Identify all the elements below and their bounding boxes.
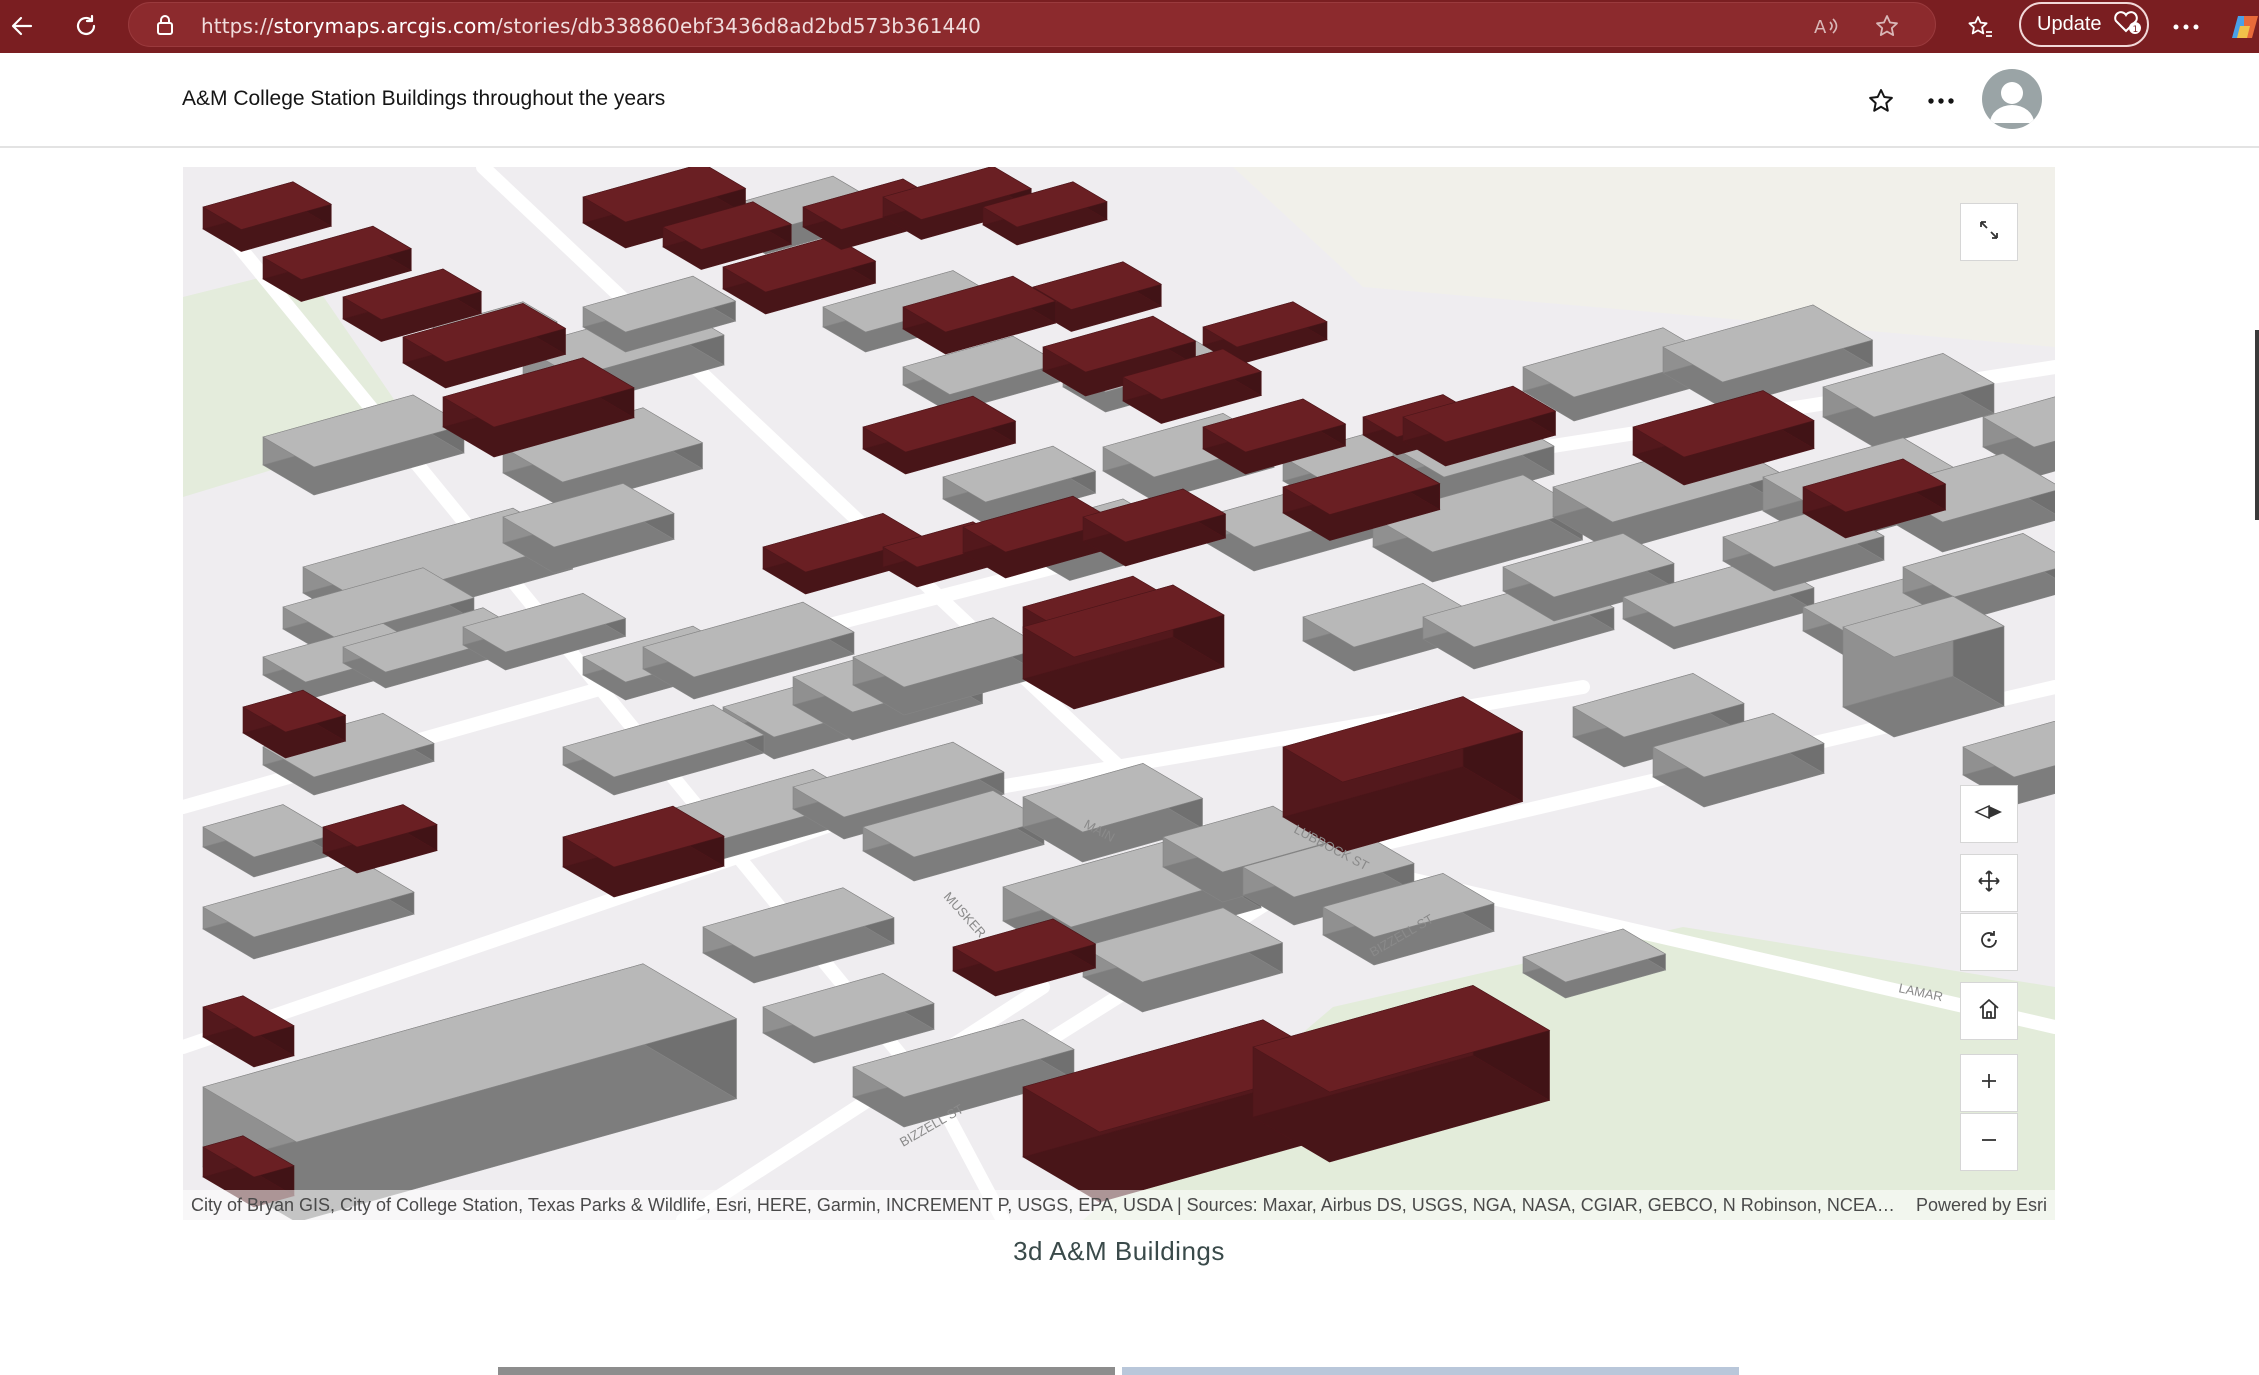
building [202, 861, 415, 960]
map-ground-area [1233, 167, 2055, 347]
building [862, 395, 1017, 475]
svg-text:A: A [1814, 17, 1827, 38]
building [702, 887, 895, 984]
favorites-bar-icon[interactable] [1962, 9, 1998, 45]
more-options-icon[interactable] [1924, 84, 1958, 118]
browser-toolbar: https://storymaps.arcgis.com/stories/db3… [0, 0, 2259, 53]
refresh-icon[interactable] [68, 8, 104, 44]
svg-text:1: 1 [2132, 25, 2138, 35]
update-label: Update [2037, 13, 2102, 35]
rotate-button[interactable] [1960, 913, 2018, 971]
pan-button[interactable] [1960, 854, 2018, 912]
scrollbar[interactable] [2255, 330, 2259, 520]
expand-button[interactable] [1960, 203, 2018, 261]
zoom-in-icon [1979, 1071, 1999, 1096]
back-arrow-icon[interactable] [4, 8, 40, 44]
building [762, 972, 935, 1064]
building [562, 704, 765, 796]
building [202, 181, 333, 252]
building [1282, 696, 1524, 853]
zoom-in-button[interactable] [1960, 1054, 2018, 1112]
page-title: A&M College Station Buildings throughout… [182, 87, 666, 110]
favorite-star-icon[interactable] [1872, 11, 1902, 41]
address-bar[interactable]: https://storymaps.arcgis.com/stories/db3… [128, 2, 1936, 47]
attribution-text[interactable]: City of Bryan GIS, City of College Stati… [191, 1195, 1900, 1216]
home-button[interactable] [1960, 982, 2018, 1040]
url-text[interactable]: https://storymaps.arcgis.com/stories/db3… [201, 14, 981, 38]
zoom-out-icon [1979, 1130, 1999, 1155]
story-header: A&M College Station Buildings throughout… [0, 53, 2259, 148]
building [322, 804, 438, 874]
gallery-image[interactable] [498, 1367, 1115, 1375]
rotate-icon [1977, 928, 2001, 957]
favorite-star-icon[interactable] [1864, 84, 1898, 118]
street-label: MUSKER [941, 889, 989, 940]
read-aloud-icon[interactable]: A [1811, 11, 1841, 41]
map-caption: 3d A&M Buildings [1013, 1236, 1225, 1266]
map-scene[interactable]: BIZZELL ST BIZZELL ST LAMAR MAIN MUSKER … [183, 167, 2055, 1220]
home-icon [1977, 997, 2001, 1026]
compass-button[interactable] [1960, 785, 2018, 843]
update-button[interactable]: Update 1 [2019, 2, 2149, 47]
gallery-image[interactable] [1122, 1367, 1739, 1375]
more-icon[interactable] [2168, 9, 2204, 45]
avatar[interactable] [1982, 69, 2042, 129]
pan-icon [1977, 869, 2001, 898]
heart-badge-icon: 1 [2112, 9, 2142, 41]
building [852, 617, 1045, 716]
copilot-icon[interactable] [2230, 12, 2259, 42]
zoom-out-button[interactable] [1960, 1113, 2018, 1171]
expand-icon [1977, 218, 2001, 247]
map-view[interactable]: BIZZELL ST BIZZELL ST LAMAR MAIN MUSKER … [183, 167, 2055, 1220]
lock-icon[interactable] [155, 14, 175, 41]
building [202, 804, 335, 878]
powered-by-esri[interactable]: Powered by Esri [1900, 1195, 2055, 1216]
compass-icon [1974, 802, 2004, 827]
map-attribution[interactable]: City of Bryan GIS, City of College Stati… [183, 1190, 2055, 1220]
